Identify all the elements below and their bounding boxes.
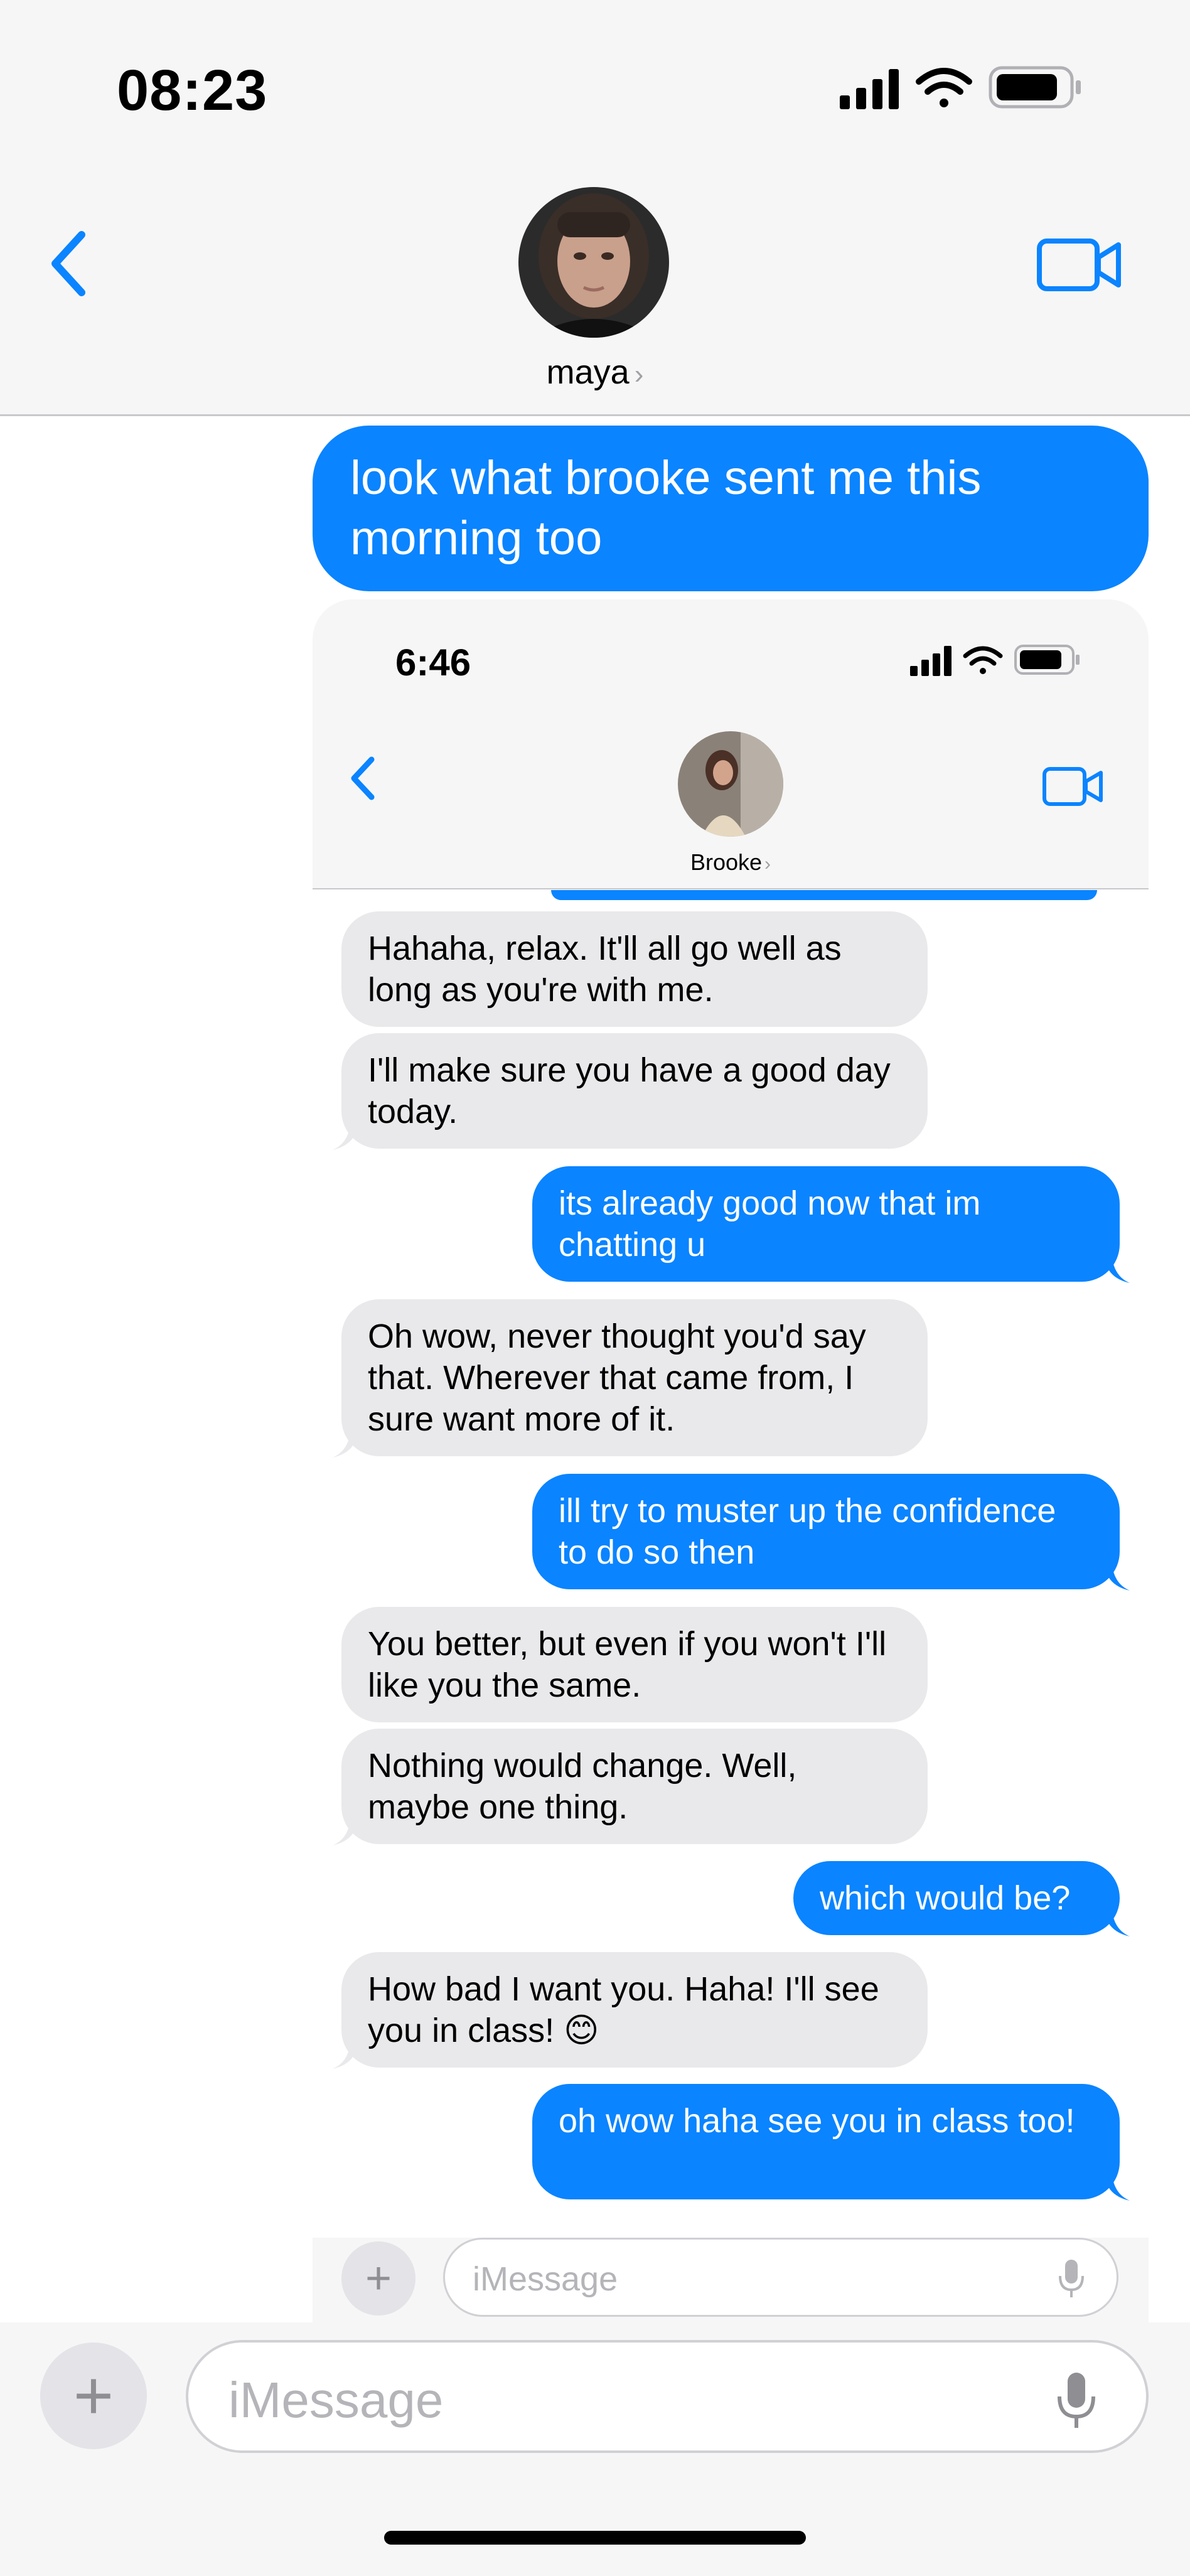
received-message[interactable]: Nothing would change. Well, maybe one th… — [333, 1729, 928, 1845]
bubble-tail — [1105, 2176, 1130, 2201]
sent-message[interactable]: look what brooke sent me this morning to… — [313, 426, 1149, 591]
message-text: Nothing would change. Well, maybe one th… — [368, 1747, 797, 1826]
screenshot-message-input: iMessage — [443, 2238, 1118, 2317]
received-message[interactable]: Hahaha, relax. It'll all go well as long… — [341, 911, 928, 1027]
conversation-header: 08:23 maya › — [0, 0, 1190, 416]
message-text: its already good now that im chatting u — [559, 1184, 981, 1264]
screenshot-attachment[interactable]: 6:46 Brooke › Hahaha, relax. It'll all g… — [313, 599, 1149, 2322]
chevron-right-icon: › — [764, 854, 771, 874]
signal-icon — [910, 646, 951, 676]
message-input[interactable]: iMessage — [186, 2340, 1149, 2453]
message-text: Oh wow, never thought you'd say that. Wh… — [368, 1318, 866, 1438]
message-text: Hahaha, relax. It'll all go well as long… — [368, 930, 842, 1009]
bubble-tail — [333, 1820, 358, 1845]
bubble-tail — [1105, 1911, 1130, 1936]
message-text: You better, but even if you won't I'll l… — [368, 1625, 887, 1704]
screenshot-contact-avatar — [678, 731, 783, 837]
screenshot-header: 6:46 Brooke › — [313, 599, 1149, 889]
received-message[interactable]: Oh wow, never thought you'd say that. Wh… — [333, 1299, 928, 1457]
signal-icon — [840, 69, 899, 109]
facetime-video-icon[interactable] — [1036, 233, 1123, 296]
sent-message[interactable]: its already good now that im chatting u — [532, 1166, 1130, 1283]
received-message[interactable]: I'll make sure you have a good day today… — [333, 1033, 928, 1150]
contact-name[interactable]: maya › — [0, 353, 1190, 392]
chevron-right-icon: › — [634, 359, 644, 390]
screenshot-microphone-icon — [1059, 2260, 1084, 2297]
wifi-icon — [963, 646, 1003, 674]
status-time: 08:23 — [117, 58, 268, 122]
message-text: ill try to muster up the confidence to d… — [559, 1492, 1056, 1571]
screenshot-facetime-video-icon — [1043, 767, 1103, 806]
battery-icon — [1014, 645, 1080, 675]
bubble-tail — [333, 1125, 358, 1150]
back-chevron-icon[interactable] — [44, 226, 94, 301]
sent-message[interactable]: which would be? — [793, 1861, 1130, 1936]
screenshot-composer: + iMessage — [313, 2238, 1149, 2322]
apps-plus-button[interactable]: + — [40, 2343, 147, 2449]
contact-name-label: maya — [546, 353, 630, 391]
bubble-tail — [333, 2044, 358, 2069]
screenshot-status-icons — [910, 645, 1080, 676]
screenshot-input-placeholder: iMessage — [473, 2260, 618, 2298]
cut-off-sent-bubble — [551, 890, 1097, 900]
received-message[interactable]: How bad I want you. Haha! I'll see you i… — [333, 1952, 928, 2069]
bubble-tail — [333, 1432, 358, 1457]
message-text: How bad I want you. Haha! I'll see you i… — [368, 1970, 879, 2049]
wifi-icon — [916, 68, 972, 107]
bubble-tail — [1105, 1258, 1130, 1283]
received-message[interactable]: You better, but even if you won't I'll l… — [341, 1607, 928, 1722]
microphone-icon[interactable] — [1056, 2370, 1097, 2430]
message-input-placeholder: iMessage — [228, 2372, 444, 2428]
sent-message[interactable]: oh wow haha see you in class too! — [532, 2084, 1130, 2201]
message-text: which would be? — [820, 1879, 1071, 1917]
contact-avatar[interactable] — [518, 187, 669, 338]
screenshot-status-time: 6:46 — [395, 641, 471, 684]
message-text: I'll make sure you have a good day today… — [368, 1051, 891, 1130]
screenshot-contact-name-label: Brooke — [690, 849, 763, 875]
screenshot-plus-icon: + — [341, 2241, 415, 2316]
home-indicator[interactable] — [384, 2531, 806, 2545]
message-text: oh wow haha see you in class too! — [559, 2102, 1075, 2140]
status-icons — [840, 66, 1081, 109]
screenshot-back-chevron-icon — [351, 756, 375, 800]
sent-message[interactable]: ill try to muster up the confidence to d… — [532, 1474, 1130, 1591]
screenshot-contact-name: Brooke › — [313, 849, 1149, 876]
bubble-tail — [1105, 1565, 1130, 1591]
battery-icon — [989, 66, 1081, 109]
